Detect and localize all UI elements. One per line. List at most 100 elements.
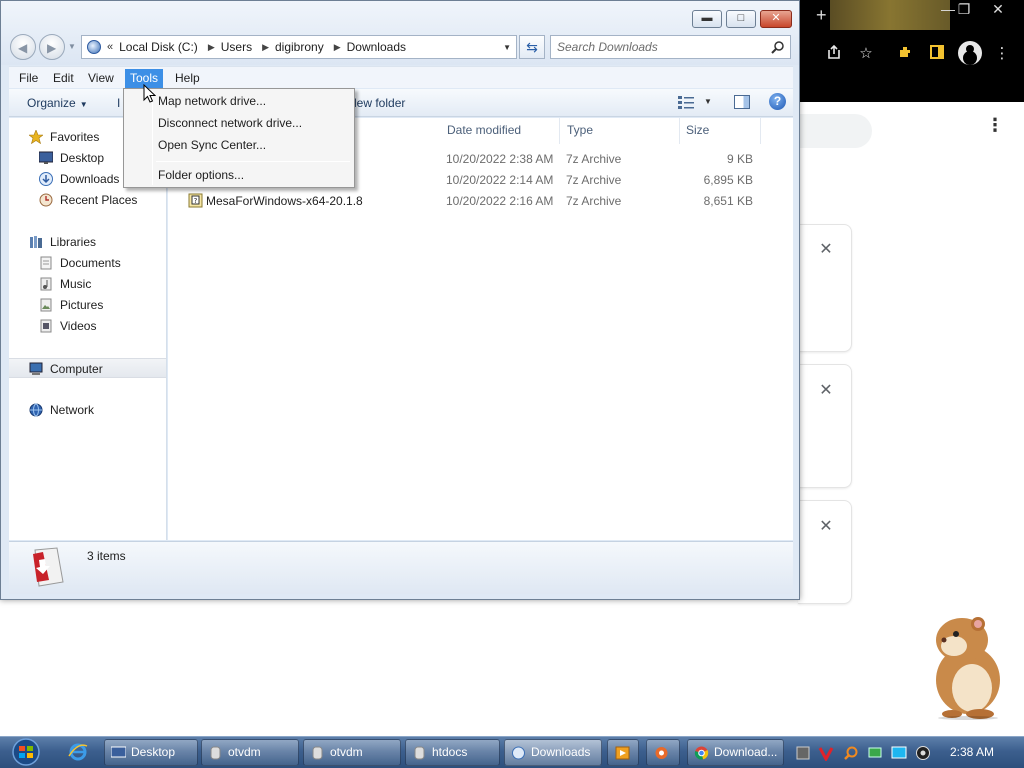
taskbar-htdocs[interactable]: htdocs <box>405 739 500 766</box>
address-history-dropdown-icon[interactable]: ▼ <box>503 43 511 52</box>
column-size[interactable]: Size <box>686 123 709 137</box>
sidebar-icon[interactable] <box>927 44 947 64</box>
tray-search-icon[interactable] <box>843 745 859 761</box>
taskbar-otvdm-2[interactable]: otvdm <box>303 739 401 766</box>
menu-icon[interactable]: ⋮ <box>992 44 1012 64</box>
views-dropdown-icon[interactable]: ▼ <box>704 97 712 106</box>
nav-pictures[interactable]: Pictures <box>9 295 166 315</box>
column-divider[interactable] <box>559 118 560 144</box>
menu-bar: File Edit View Tools Help <box>9 66 793 88</box>
address-overflow-icon[interactable]: « <box>107 41 113 53</box>
menu-help[interactable]: Help <box>170 69 205 88</box>
nav-computer-label: Computer <box>50 362 103 376</box>
window-icon <box>312 746 323 760</box>
close-button[interactable]: ✕ <box>760 10 792 28</box>
tray-network-icon[interactable] <box>867 745 883 761</box>
share-icon[interactable] <box>824 44 844 64</box>
file-date: 10/20/2022 2:14 AM <box>446 173 554 187</box>
explorer-icon <box>512 746 525 760</box>
nav-music[interactable]: Music <box>9 274 166 294</box>
tray-volume-icon[interactable] <box>915 745 931 761</box>
file-row[interactable]: ? MesaForWindows-x64-20.1.8 10/20/2022 2… <box>168 191 793 212</box>
new-folder-button[interactable]: lew folder <box>354 96 405 110</box>
help-icon[interactable]: ? <box>769 93 786 110</box>
taskbar-chrome-downloads[interactable]: Download... <box>687 739 784 766</box>
star-icon[interactable]: ☆ <box>856 44 876 64</box>
internet-explorer-icon[interactable] <box>68 742 88 762</box>
preview-pane-icon[interactable] <box>734 95 750 109</box>
chevron-right-icon[interactable]: ▶ <box>262 42 269 53</box>
recent-places-icon <box>39 193 53 207</box>
include-in-library-button[interactable]: I <box>117 96 120 110</box>
minimize-button[interactable]: ▬ <box>692 10 722 28</box>
breadcrumb-local-disk[interactable]: Local Disk (C:) <box>119 40 198 54</box>
chevron-right-icon[interactable]: ▶ <box>208 42 215 53</box>
forward-button[interactable]: ▶ <box>39 34 65 60</box>
profile-icon[interactable] <box>958 41 982 65</box>
extensions-icon[interactable] <box>896 44 916 64</box>
close-icon[interactable]: ✕ <box>818 383 834 399</box>
downloads-folder-icon <box>33 547 64 587</box>
breadcrumb-users[interactable]: Users <box>221 40 252 54</box>
menu-file[interactable]: File <box>14 69 43 88</box>
close-icon[interactable]: ✕ <box>818 242 834 258</box>
menu-separator <box>156 161 350 162</box>
tray-v-icon[interactable] <box>818 745 834 761</box>
chrome-tab[interactable] <box>830 0 950 30</box>
nav-network[interactable]: Network <box>9 400 166 420</box>
nav-videos[interactable]: Videos <box>9 316 166 336</box>
item-count: 3 items <box>87 549 126 563</box>
back-button[interactable]: ◀ <box>10 34 36 60</box>
address-bar[interactable]: « Local Disk (C:) ▶ Users ▶ digibrony ▶ … <box>81 35 517 59</box>
tray-display-icon[interactable] <box>891 745 907 761</box>
mouse-pointer-icon <box>143 84 156 103</box>
downloads-search-field[interactable] <box>798 114 872 148</box>
breadcrumb-downloads[interactable]: Downloads <box>347 40 406 54</box>
taskbar-label: htdocs <box>432 745 468 759</box>
menu-item-open-sync-center[interactable]: Open Sync Center... <box>126 135 352 155</box>
taskbar-media-player[interactable] <box>607 739 639 766</box>
nav-computer[interactable]: Computer <box>9 358 166 378</box>
organize-button[interactable]: Organize ▼ <box>27 96 88 110</box>
menu-item-folder-options[interactable]: Folder options... <box>126 165 352 185</box>
new-tab-button[interactable]: + <box>816 6 827 24</box>
close-icon[interactable]: ✕ <box>818 519 834 535</box>
menu-edit[interactable]: Edit <box>48 69 79 88</box>
chevron-right-icon[interactable]: ▶ <box>334 42 341 53</box>
taskbar-label: Download... <box>714 745 778 759</box>
taskbar-otvdm-1[interactable]: otvdm <box>201 739 299 766</box>
maximize-button[interactable]: □ <box>726 10 756 28</box>
documents-icon <box>40 256 52 270</box>
nav-documents[interactable]: Documents <box>9 253 166 273</box>
column-date-modified[interactable]: Date modified <box>447 123 521 137</box>
more-options-icon[interactable]: ⋮ <box>986 116 1004 134</box>
nav-recent-places[interactable]: Recent Places <box>9 190 166 210</box>
search-box[interactable] <box>550 35 791 59</box>
menu-view[interactable]: View <box>83 69 119 88</box>
taskbar-clock[interactable]: 2:38 AM <box>950 745 994 759</box>
column-type[interactable]: Type <box>567 123 593 137</box>
desktop-icon <box>111 746 126 758</box>
taskbar-desktop[interactable]: Desktop <box>104 739 198 766</box>
menu-item-disconnect-network-drive[interactable]: Disconnect network drive... <box>126 113 352 133</box>
search-icon[interactable] <box>771 40 785 54</box>
taskbar-downloads[interactable]: Downloads <box>504 739 602 766</box>
search-input[interactable] <box>557 39 767 55</box>
column-divider[interactable] <box>760 118 761 144</box>
tray-app-icon[interactable] <box>795 745 811 761</box>
start-button[interactable] <box>6 737 46 767</box>
chrome-maximize-button[interactable]: ❐ <box>950 0 978 18</box>
recent-pages-dropdown[interactable]: ▼ <box>68 42 76 51</box>
file-size: 8,651 KB <box>703 194 753 208</box>
taskbar-app[interactable] <box>646 739 680 766</box>
chrome-close-button[interactable]: ✕ <box>984 0 1012 18</box>
menu-item-map-network-drive[interactable]: Map network drive... <box>126 91 352 111</box>
views-icon[interactable] <box>678 96 694 109</box>
refresh-button[interactable]: ⇆ <box>519 35 545 59</box>
column-divider[interactable] <box>679 118 680 144</box>
nav-libraries[interactable]: Libraries <box>9 232 166 252</box>
file-type: 7z Archive <box>566 194 622 208</box>
breadcrumb-digibrony[interactable]: digibrony <box>275 40 324 54</box>
computer-location-icon <box>87 40 101 54</box>
hamster-desktop-pet[interactable] <box>920 610 1010 720</box>
